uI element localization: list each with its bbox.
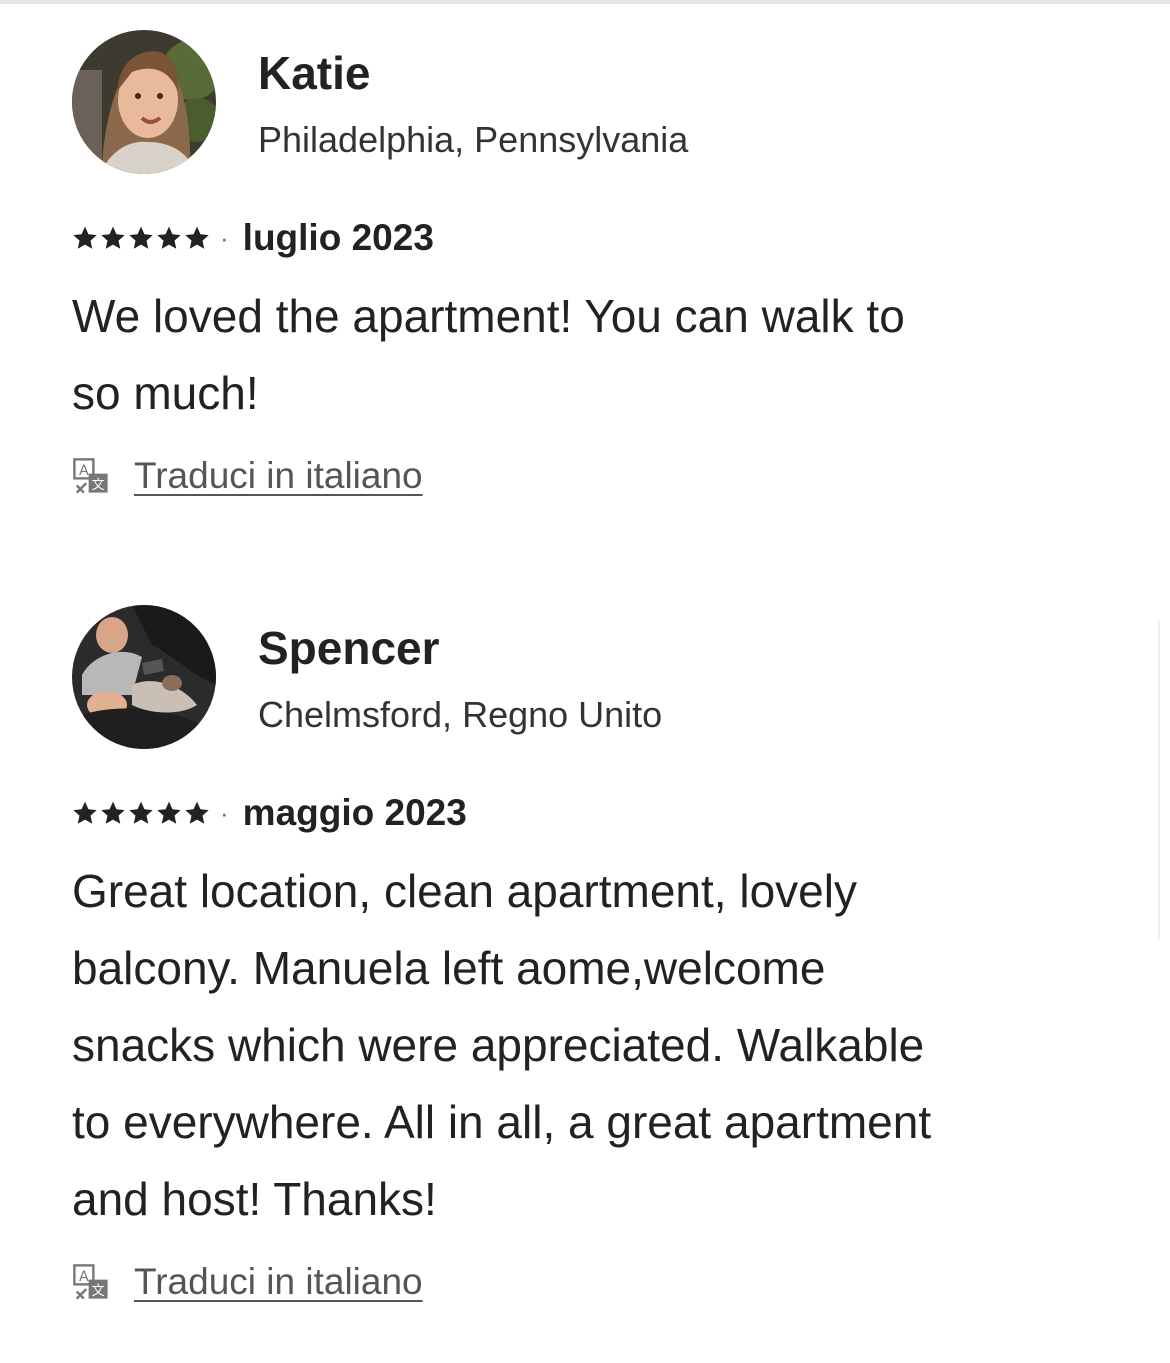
star-icon — [73, 801, 97, 824]
review-date: maggio 2023 — [242, 792, 467, 833]
rating-stars — [72, 800, 210, 826]
review-card: Katie Philadelphia, Pennsylvania · lugli… — [72, 30, 1112, 498]
reviewer-name: Katie — [258, 47, 371, 99]
meta-separator: · — [220, 797, 229, 828]
review-meta: · luglio 2023 — [72, 217, 1112, 258]
review-text: We loved the apartment! You can walk to … — [72, 290, 905, 419]
reviewer-name: Spencer — [258, 622, 440, 674]
star-icon — [129, 226, 153, 249]
svg-text:文: 文 — [92, 1284, 105, 1299]
reviewer-location: Chelmsford, Regno Unito — [258, 694, 663, 735]
translate-button[interactable]: A 文 Traduci in italiano — [72, 1260, 1112, 1304]
avatar[interactable] — [72, 605, 216, 749]
star-icon — [101, 226, 125, 249]
review-header: Spencer Chelmsford, Regno Unito — [72, 605, 1112, 749]
avatar-photo — [72, 605, 216, 749]
translate-link[interactable]: Traduci in italiano — [134, 455, 423, 497]
review-text: Great location, clean apartment, lovely … — [72, 865, 932, 1225]
star-icon — [185, 801, 209, 824]
translate-icon: A 文 — [73, 458, 108, 494]
review-header: Katie Philadelphia, Pennsylvania — [72, 30, 1112, 174]
translate-button[interactable]: A 文 Traduci in italiano — [72, 454, 1112, 498]
star-icon — [157, 226, 181, 249]
scroll-edge — [1158, 620, 1170, 940]
star-icon — [73, 226, 97, 249]
svg-text:A: A — [79, 463, 89, 479]
star-icon — [185, 226, 209, 249]
svg-text:A: A — [79, 1269, 89, 1285]
review-date: luglio 2023 — [242, 217, 434, 258]
translate-icon: A 文 — [73, 1264, 108, 1300]
review-meta: · maggio 2023 — [72, 792, 1112, 833]
translate-link[interactable]: Traduci in italiano — [134, 1261, 423, 1303]
meta-separator: · — [220, 222, 229, 253]
star-icon — [129, 801, 153, 824]
star-icon — [157, 801, 181, 824]
svg-text:文: 文 — [92, 478, 105, 493]
avatar-photo — [72, 30, 216, 174]
top-divider — [0, 0, 1170, 4]
review-card: Spencer Chelmsford, Regno Unito · maggio… — [72, 605, 1112, 1304]
star-icon — [101, 801, 125, 824]
rating-stars — [72, 225, 210, 251]
reviewer-location: Philadelphia, Pennsylvania — [258, 119, 689, 160]
avatar[interactable] — [72, 30, 216, 174]
